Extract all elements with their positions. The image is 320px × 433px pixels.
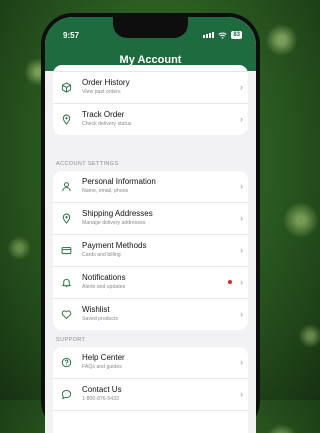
section-heading-support: SUPPORT [56, 337, 86, 343]
chevron-right-icon: › [240, 245, 243, 255]
location-pin-icon [59, 112, 73, 126]
bell-icon [59, 275, 73, 289]
account-menu: Order History View past orders › Track O… [45, 65, 256, 433]
chevron-right-icon: › [240, 181, 243, 191]
menu-row-personal-information[interactable]: Personal Information Name, email, phone … [53, 171, 248, 203]
chevron-right-icon: › [240, 114, 243, 124]
menu-row-track-order[interactable]: Track Order Check delivery status › [53, 104, 248, 135]
menu-row-label: Order History [82, 78, 130, 87]
support-section: Help Center FAQs and guides › Contact Us… [53, 347, 248, 433]
menu-row-subtitle: Manage delivery addresses [82, 220, 146, 226]
menu-row-order-history[interactable]: Order History View past orders › [53, 72, 248, 104]
menu-row-subtitle: Check delivery status [82, 121, 132, 127]
credit-card-icon [59, 243, 73, 257]
menu-row-subtitle: FAQs and guides [82, 364, 122, 370]
app-screen: 9:57 83 My Account Order History View pa… [45, 17, 256, 433]
account-settings-section: Personal Information Name, email, phone … [53, 171, 248, 330]
menu-row-partial [53, 411, 248, 433]
menu-row-subtitle: Name, email, phone [82, 188, 129, 194]
battery-icon: 83 [231, 31, 242, 39]
chevron-right-icon: › [240, 213, 243, 223]
menu-row-subtitle: 1-800-876-5433 [82, 396, 119, 402]
menu-row-label: Shipping Addresses [82, 209, 153, 218]
chat-bubble-icon [59, 387, 73, 401]
menu-row-label: Help Center [82, 353, 125, 362]
menu-row-subtitle: View past orders [82, 89, 121, 95]
help-circle-icon [59, 355, 73, 369]
chevron-right-icon: › [240, 357, 243, 367]
orders-section: Order History View past orders › Track O… [53, 65, 248, 135]
menu-row-label: Wishlist [82, 305, 110, 314]
menu-row-label: Contact Us [82, 385, 122, 394]
phone-frame: 9:57 83 My Account Order History View pa… [41, 13, 260, 433]
status-time: 9:57 [63, 31, 80, 40]
camera-notch [113, 17, 188, 38]
package-icon [59, 80, 73, 94]
menu-row-notifications[interactable]: Notifications Alerts and updates › [53, 267, 248, 299]
menu-row-label: Payment Methods [82, 241, 147, 250]
chevron-right-icon: › [240, 309, 243, 319]
menu-row-help-center[interactable]: Help Center FAQs and guides › [53, 347, 248, 379]
menu-row-partial [53, 65, 248, 72]
menu-row-contact-us[interactable]: Contact Us 1-800-876-5433 › [53, 379, 248, 411]
menu-row-label: Notifications [82, 273, 126, 282]
status-icons: 83 [203, 31, 242, 39]
menu-row-shipping-addresses[interactable]: Shipping Addresses Manage delivery addre… [53, 203, 248, 235]
wifi-icon [218, 32, 227, 39]
heart-icon [59, 307, 73, 321]
menu-row-payment-methods[interactable]: Payment Methods Cards and billing › [53, 235, 248, 267]
chevron-right-icon: › [240, 82, 243, 92]
menu-row-wishlist[interactable]: Wishlist Saved products › [53, 299, 248, 330]
chevron-right-icon: › [240, 277, 243, 287]
menu-row-label: Track Order [82, 110, 125, 119]
app-header: 9:57 83 My Account [45, 17, 256, 71]
person-icon [59, 179, 73, 193]
chevron-right-icon: › [240, 389, 243, 399]
unread-badge [228, 280, 232, 284]
menu-row-subtitle: Alerts and updates [82, 284, 126, 290]
menu-row-subtitle: Cards and billing [82, 252, 121, 258]
section-heading-account-settings: ACCOUNT SETTINGS [56, 161, 119, 167]
location-pin-icon [59, 211, 73, 225]
cellular-signal-icon [203, 32, 215, 38]
menu-row-subtitle: Saved products [82, 316, 119, 322]
menu-row-label: Personal Information [82, 177, 156, 186]
